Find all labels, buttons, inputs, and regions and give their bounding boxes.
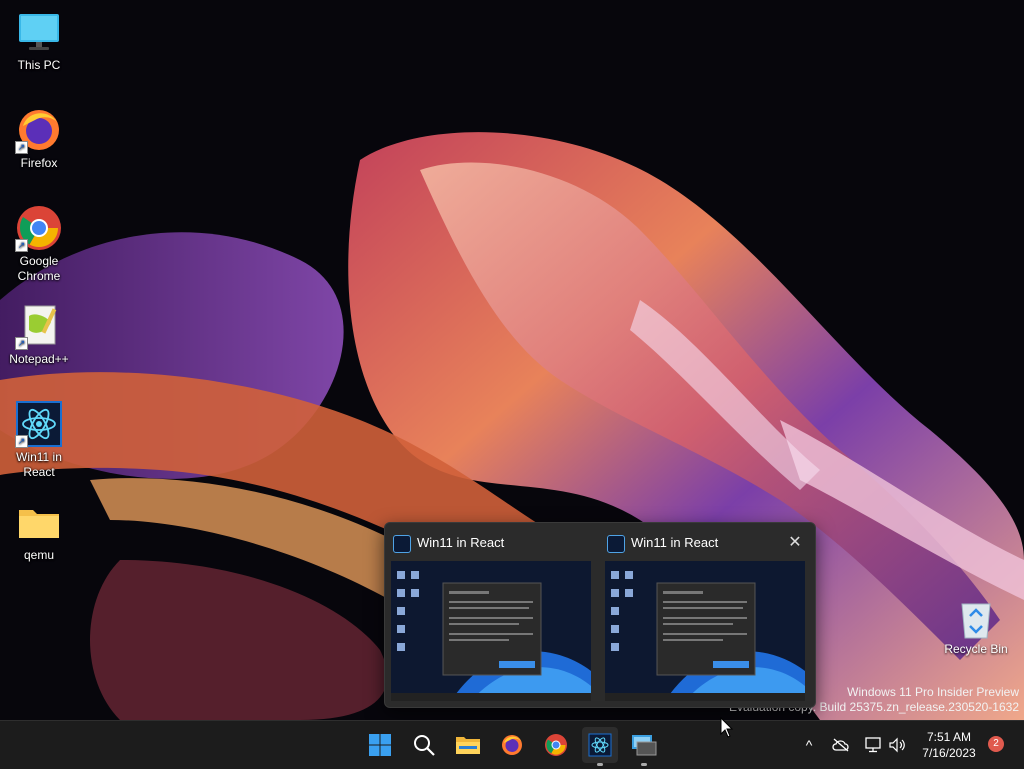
remote-desktop-icon: [632, 735, 657, 756]
file-explorer-icon: [456, 737, 480, 754]
desktop-icon-notepadpp[interactable]: ↗ Notepad++: [4, 302, 74, 367]
desktop-icon-recycle-bin[interactable]: Recycle Bin: [940, 596, 1012, 656]
search-button[interactable]: [406, 727, 442, 763]
shortcut-arrow-icon: ↗: [15, 141, 28, 154]
clock-time: 7:51 AM: [926, 730, 972, 744]
window-preview-1[interactable]: Win11 in React: [385, 523, 595, 707]
network-icon: [865, 737, 881, 753]
win11-react-icon: [588, 733, 612, 757]
taskbar: ^ 7:51 AM 7/16/2023: [0, 720, 1024, 769]
notepadpp-icon: ↗: [15, 302, 63, 350]
desktop-icon-firefox[interactable]: ↗ Firefox: [4, 106, 74, 171]
clock-date: 7/16/2023: [922, 746, 976, 760]
chrome-taskbar-button[interactable]: [538, 727, 574, 763]
desktop-icon-label: Google Chrome: [17, 254, 61, 283]
volume-button[interactable]: [886, 721, 908, 769]
desktop-icon-this-pc[interactable]: This PC: [4, 8, 74, 73]
windows-start-icon: [369, 734, 391, 756]
show-hidden-icons-button[interactable]: ^: [798, 721, 820, 769]
react-app-icon: [393, 535, 411, 553]
start-button[interactable]: [362, 727, 398, 763]
volume-icon: [889, 737, 905, 753]
firefox-taskbar-button[interactable]: [494, 727, 530, 763]
search-icon: [414, 735, 435, 756]
network-button[interactable]: [862, 721, 884, 769]
chevron-up-icon: ^: [805, 737, 813, 753]
notification-badge[interactable]: 2: [988, 736, 1004, 752]
taskbar-window-preview: Win11 in React Win11 in React ✕: [384, 522, 816, 708]
firefox-icon: ↗: [15, 106, 63, 154]
shortcut-arrow-icon: ↗: [15, 239, 28, 252]
monitor-icon: [15, 8, 63, 56]
desktop-icon-label: Firefox: [20, 156, 58, 170]
win11-react-taskbar-button[interactable]: [582, 727, 618, 766]
window-thumbnail: [391, 561, 591, 701]
react-icon: ↗: [15, 400, 63, 448]
folder-icon: [15, 498, 63, 546]
onedrive-icon: [832, 738, 849, 752]
firefox-icon: [502, 735, 522, 755]
remote-desktop-taskbar-button[interactable]: [626, 727, 662, 766]
shortcut-arrow-icon: ↗: [15, 435, 28, 448]
chrome-icon: ↗: [15, 204, 63, 252]
desktop-icon-label: Win11 in React: [16, 450, 62, 479]
mouse-cursor-icon: [720, 717, 734, 738]
desktop-icon-label: This PC: [17, 58, 61, 72]
window-thumbnail: [605, 561, 805, 701]
file-explorer-button[interactable]: [450, 727, 486, 763]
desktop-icon-label: qemu: [23, 548, 55, 562]
shortcut-arrow-icon: ↗: [15, 337, 28, 350]
desktop-icon-win11-react[interactable]: ↗ Win11 in React: [4, 400, 74, 480]
desktop-icon-label: Notepad++: [9, 352, 69, 366]
onedrive-button[interactable]: [830, 721, 852, 769]
running-indicator: [641, 763, 647, 766]
window-preview-title: Win11 in React: [417, 535, 505, 550]
desktop-icon-chrome[interactable]: ↗ Google Chrome: [4, 204, 74, 284]
window-preview-2[interactable]: Win11 in React: [599, 523, 809, 707]
close-preview-button[interactable]: ✕: [785, 533, 805, 553]
desktop-icon-qemu[interactable]: qemu: [4, 498, 74, 563]
react-app-icon: [607, 535, 625, 553]
chrome-icon: [545, 734, 567, 756]
recycle-bin-icon: [956, 596, 996, 640]
recycle-bin-label: Recycle Bin: [944, 642, 1008, 656]
window-preview-title: Win11 in React: [631, 535, 719, 550]
system-clock[interactable]: 7:51 AM 7/16/2023: [912, 729, 986, 761]
running-indicator: [597, 763, 603, 766]
